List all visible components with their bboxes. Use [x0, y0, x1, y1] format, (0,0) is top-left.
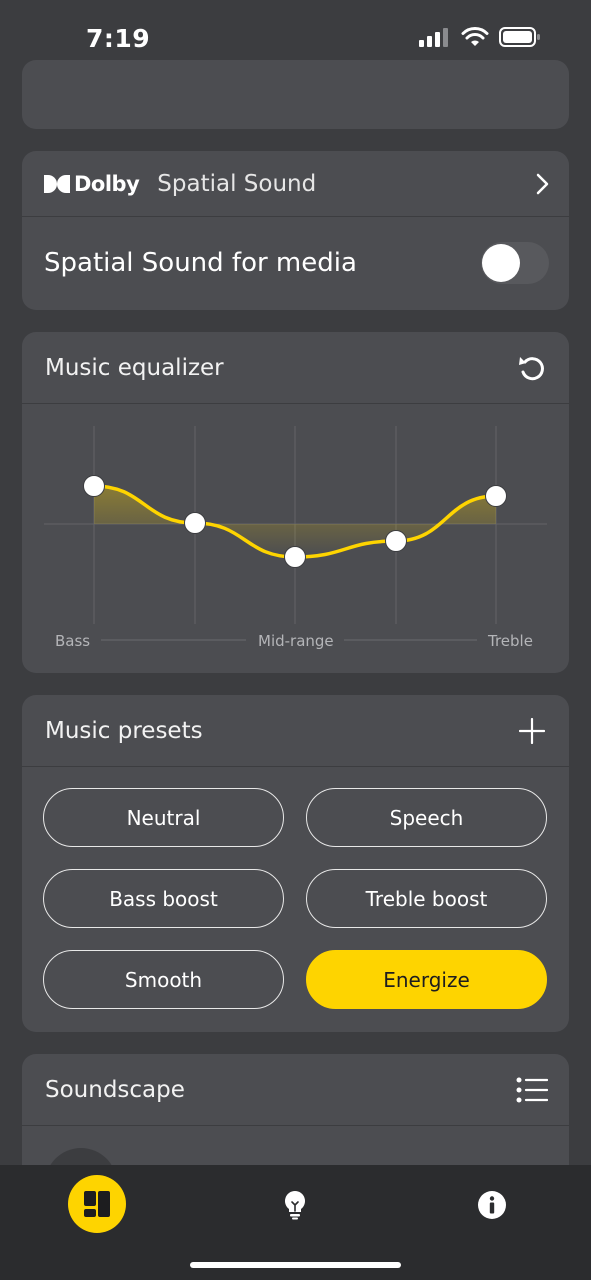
- music-presets-card: Music presets Neutral Speech Bass boost …: [22, 695, 569, 1032]
- eq-band-handle-3[interactable]: [284, 546, 306, 568]
- wifi-icon: [461, 27, 489, 46]
- eq-band-handle-5[interactable]: [485, 485, 507, 507]
- dolby-logo: Dolby: [44, 171, 140, 196]
- toggle-knob: [482, 244, 520, 282]
- music-equalizer-card: Music equalizer Bass Mid-range Treble: [22, 332, 569, 673]
- preset-bass-boost-button[interactable]: Bass boost: [43, 869, 284, 928]
- spatial-sound-media-row: Spatial Sound for media: [22, 217, 569, 309]
- eq-band-handle-1[interactable]: [83, 475, 105, 497]
- spatial-sound-media-toggle[interactable]: [481, 242, 549, 284]
- chevron-right-icon: [536, 173, 549, 194]
- status-time: 7:19: [86, 24, 151, 53]
- dolby-spatial-sound-row[interactable]: Dolby Spatial Sound: [22, 151, 569, 217]
- tab-info[interactable]: [462, 1175, 522, 1235]
- preset-smooth-button[interactable]: Smooth: [43, 950, 284, 1009]
- dolby-spatial-sound-card: Dolby Spatial Sound Spatial Sound for me…: [22, 151, 569, 310]
- plus-icon: [519, 717, 545, 744]
- eq-band-handle-4[interactable]: [385, 530, 407, 552]
- lightbulb-icon: [285, 1191, 305, 1220]
- equalizer-header: Music equalizer: [22, 332, 569, 404]
- bass-label: Bass: [55, 632, 91, 650]
- tab-tips[interactable]: [265, 1175, 325, 1235]
- treble-label: Treble: [488, 632, 533, 650]
- spatial-sound-media-label: Spatial Sound for media: [44, 248, 357, 278]
- tab-home[interactable]: [68, 1175, 126, 1233]
- preset-neutral-button[interactable]: Neutral: [43, 788, 284, 847]
- preset-speech-button[interactable]: Speech: [306, 788, 547, 847]
- battery-icon: [499, 27, 540, 47]
- reset-button[interactable]: [515, 351, 549, 385]
- previous-card: [22, 60, 569, 129]
- cellular-signal-icon: [419, 28, 448, 47]
- info-icon: [478, 1191, 506, 1219]
- list-icon: [516, 1077, 548, 1102]
- dashboard-icon: [84, 1191, 110, 1217]
- reset-icon: [519, 356, 544, 380]
- soundscape-header: Soundscape: [22, 1054, 569, 1126]
- dolby-double-d-icon: [44, 174, 70, 193]
- preset-treble-boost-button[interactable]: Treble boost: [306, 869, 547, 928]
- presets-title: Music presets: [45, 717, 203, 744]
- dolby-wordmark: Dolby: [74, 171, 140, 196]
- add-preset-button[interactable]: [515, 714, 549, 748]
- equalizer-title: Music equalizer: [45, 354, 224, 381]
- soundscape-title: Soundscape: [45, 1076, 185, 1103]
- soundscape-list-button[interactable]: [515, 1073, 549, 1107]
- spatial-sound-title: Spatial Sound: [157, 170, 317, 197]
- presets-header: Music presets: [22, 695, 569, 767]
- mid-range-label: Mid-range: [258, 632, 334, 650]
- status-icons: [419, 27, 541, 47]
- home-indicator: [190, 1262, 401, 1268]
- eq-band-handle-2[interactable]: [184, 512, 206, 534]
- preset-energize-button[interactable]: Energize: [306, 950, 547, 1009]
